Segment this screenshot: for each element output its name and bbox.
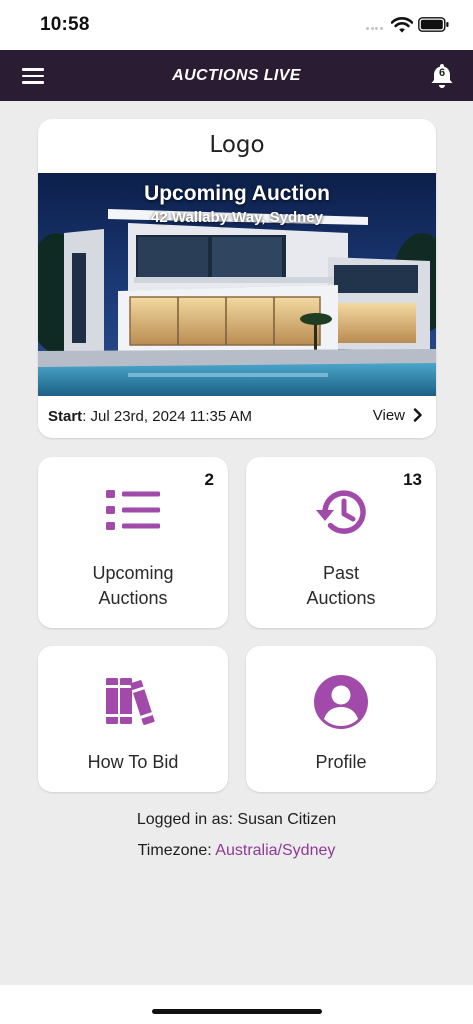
featured-auction-card[interactable]: Logo Upcoming Auction 42 Wallaby Way, Sy… — [38, 119, 436, 438]
view-label: View — [372, 407, 405, 424]
logo: Logo — [209, 132, 265, 158]
app-bar: AUCTIONS LIVE 6 — [0, 50, 473, 101]
battery-icon — [418, 17, 449, 32]
upcoming-auctions-label: Upcoming Auctions — [92, 563, 174, 608]
account-circle-icon — [246, 674, 436, 735]
start-label: Start — [48, 408, 83, 425]
chevron-right-icon — [413, 408, 422, 426]
bottom-bar — [0, 985, 473, 1024]
books-icon — [38, 676, 228, 731]
timezone-row: Timezone: Australia/Sydney — [0, 842, 473, 860]
how-to-bid-tile[interactable]: How To Bid — [38, 646, 228, 792]
status-bar: 10:58 — [0, 0, 473, 50]
timezone-label: Timezone: — [137, 842, 216, 859]
notification-count-badge: 6 — [438, 67, 446, 79]
logged-in-text: Logged in as: Susan Citizen — [136, 811, 337, 828]
logo-area: Logo — [38, 119, 436, 173]
past-auctions-label: Past Auctions — [306, 563, 376, 608]
timezone-link[interactable]: Australia/Sydney — [215, 842, 335, 859]
notifications-bell-button[interactable]: 6 — [427, 61, 457, 91]
auction-title: Upcoming Auction — [144, 182, 330, 205]
how-to-bid-label: How To Bid — [87, 752, 179, 772]
view-auction-link[interactable]: View — [373, 407, 422, 426]
list-icon — [38, 488, 228, 539]
profile-label: Profile — [315, 752, 367, 772]
auction-address: 42 Wallaby Way, Sydney — [150, 209, 323, 226]
status-time: 10:58 — [40, 14, 90, 35]
past-auctions-tile[interactable]: 13 Past Auctions — [246, 457, 436, 628]
wifi-icon — [390, 16, 414, 34]
app-title: AUCTIONS LIVE — [172, 67, 301, 84]
auction-footer: Start: Jul 23rd, 2024 11:35 AM View — [38, 396, 436, 438]
property-image: Upcoming Auction 42 Wallaby Way, Sydney — [38, 173, 436, 396]
upcoming-auctions-tile[interactable]: 2 Upcoming Auctions — [38, 457, 228, 628]
profile-tile[interactable]: Profile — [246, 646, 436, 792]
start-time: Start: Jul 23rd, 2024 11:35 AM — [48, 408, 252, 425]
home-indicator[interactable] — [152, 1009, 322, 1014]
upcoming-count: 2 — [204, 470, 214, 489]
cellular-signal-icon — [366, 27, 386, 31]
history-icon — [246, 485, 436, 544]
start-value: : Jul 23rd, 2024 11:35 AM — [82, 408, 253, 425]
